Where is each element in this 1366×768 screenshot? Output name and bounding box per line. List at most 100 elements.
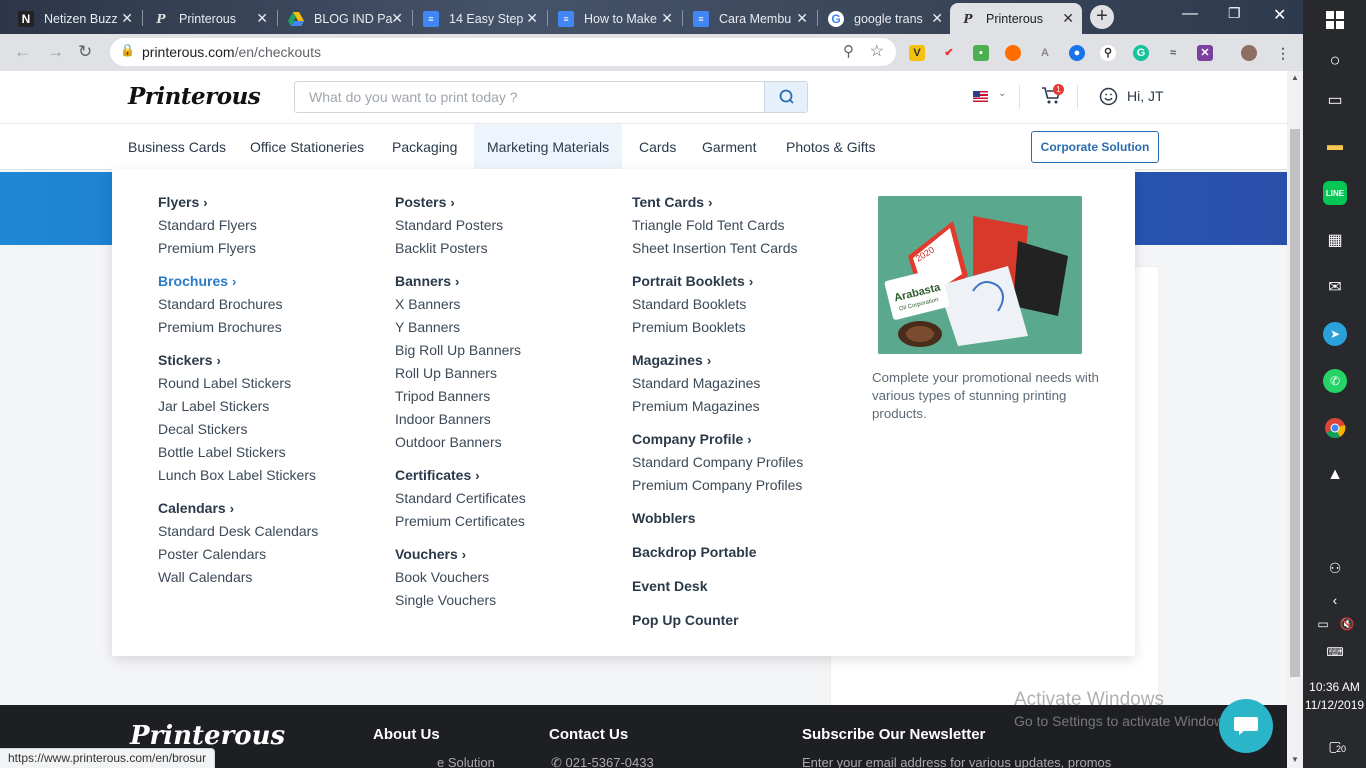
menu-link-backdrop-portable[interactable]: Backdrop Portable [632, 541, 803, 564]
us-flag-icon[interactable] [973, 91, 988, 102]
browser-tab[interactable]: BLOG IND Pa ✕ [278, 3, 411, 34]
promo-image[interactable]: 2020 Arabasta Oil Corporation [878, 196, 1082, 354]
menu-group-calendars[interactable]: Calendars › [158, 497, 318, 520]
chevron-left-icon[interactable]: ‹ [1323, 588, 1347, 612]
menu-group-company-profile[interactable]: Company Profile › [632, 428, 803, 451]
volume-mute-icon[interactable]: 🔇 [1335, 612, 1359, 636]
menu-item[interactable]: Outdoor Banners [395, 431, 526, 454]
photos-icon[interactable]: ▲ [1323, 463, 1347, 487]
chat-button[interactable] [1219, 699, 1273, 753]
menu-item[interactable]: Backlit Posters [395, 237, 526, 260]
close-icon[interactable]: ✕ [391, 10, 403, 27]
menu-item[interactable]: Roll Up Banners [395, 362, 526, 385]
menu-item[interactable]: Jar Label Stickers [158, 395, 318, 418]
restore-icon[interactable]: ❐ [1228, 5, 1241, 22]
menu-link-pop-up-counter[interactable]: Pop Up Counter [632, 609, 803, 632]
battery-icon[interactable]: ▭ [1311, 612, 1335, 636]
notification-center-icon[interactable]: ▢ 20 [1323, 734, 1347, 758]
menu-group-tent-cards[interactable]: Tent Cards › [632, 191, 803, 214]
line-app-icon[interactable]: LINE [1323, 181, 1347, 205]
nav-photos-gifts[interactable]: Photos & Gifts [773, 124, 888, 170]
menu-item[interactable]: Y Banners [395, 316, 526, 339]
minimize-icon[interactable]: — [1182, 5, 1198, 23]
corporate-solution-button[interactable]: Corporate Solution [1031, 131, 1159, 163]
extension-circle-icon[interactable] [1005, 45, 1021, 61]
menu-item[interactable]: Standard Certificates [395, 487, 526, 510]
extension-x-icon[interactable]: ✕ [1197, 45, 1213, 61]
search-input[interactable] [295, 82, 765, 112]
nav-office-stationeries[interactable]: Office Stationeries [237, 124, 377, 170]
browser-tab-active[interactable]: P Printerous ✕ [950, 3, 1082, 34]
browser-tab[interactable]: ≡ 14 Easy Step ✕ [413, 3, 546, 34]
menu-group-flyers[interactable]: Flyers › [158, 191, 318, 214]
extension-a-icon[interactable]: A [1037, 45, 1053, 61]
close-icon[interactable]: ✕ [256, 10, 268, 27]
back-icon[interactable]: ← [14, 42, 31, 62]
cortana-icon[interactable]: ○ [1323, 48, 1347, 72]
user-greeting[interactable]: Hi, JT [1127, 88, 1164, 104]
user-avatar-icon[interactable] [1099, 87, 1118, 111]
nav-packaging[interactable]: Packaging [379, 124, 470, 170]
close-icon[interactable]: ✕ [1062, 10, 1074, 27]
menu-item[interactable]: Standard Desk Calendars [158, 520, 318, 543]
browser-tab[interactable]: N Netizen Buzz ✕ [8, 3, 141, 34]
menu-item[interactable]: Triangle Fold Tent Cards [632, 214, 803, 237]
menu-dots-icon[interactable]: ⋮ [1275, 45, 1291, 61]
menu-item[interactable]: Standard Brochures [158, 293, 318, 316]
menu-group-posters[interactable]: Posters › [395, 191, 526, 214]
menu-item[interactable]: Premium Magazines [632, 395, 803, 418]
menu-group-certificates[interactable]: Certificates › [395, 464, 526, 487]
menu-item[interactable]: Poster Calendars [158, 543, 318, 566]
browser-tab[interactable]: ≡ Cara Membu ✕ [683, 3, 816, 34]
grammarly-icon[interactable]: G [1133, 45, 1149, 61]
page-scrollbar[interactable]: ▲ ▼ [1287, 71, 1303, 768]
extension-v-icon[interactable]: V [909, 45, 925, 61]
extension-badge-icon[interactable]: ● [1069, 45, 1085, 61]
chevron-down-icon[interactable]: ⌄ [998, 88, 1006, 99]
menu-item[interactable]: Premium Certificates [395, 510, 526, 533]
new-tab-button[interactable]: + [1090, 5, 1114, 29]
menu-group-stickers[interactable]: Stickers › [158, 349, 318, 372]
nav-marketing-materials[interactable]: Marketing Materials [474, 124, 623, 170]
site-logo[interactable]: Printerous [128, 83, 261, 110]
menu-link-event-desk[interactable]: Event Desk [632, 575, 803, 598]
browser-tab[interactable]: ≡ How to Make ✕ [548, 3, 681, 34]
menu-group-portrait-booklets[interactable]: Portrait Booklets › [632, 270, 803, 293]
menu-item[interactable]: Single Vouchers [395, 589, 526, 612]
menu-item[interactable]: Standard Flyers [158, 214, 318, 237]
extension-wave-icon[interactable]: ≈ [1165, 45, 1181, 61]
system-clock[interactable]: 10:36 AM 11/12/2019 [1303, 678, 1366, 714]
menu-item[interactable]: Standard Posters [395, 214, 526, 237]
menu-item[interactable]: Premium Company Profiles [632, 474, 803, 497]
browser-tab[interactable]: G google trans ✕ [818, 3, 951, 34]
store-icon[interactable]: ▦ [1323, 228, 1347, 252]
bookmark-star-icon[interactable]: ☆ [870, 41, 884, 61]
menu-item[interactable]: Sheet Insertion Tent Cards [632, 237, 803, 260]
menu-group-banners[interactable]: Banners › [395, 270, 526, 293]
menu-item[interactable]: Standard Magazines [632, 372, 803, 395]
menu-item[interactable]: Premium Flyers [158, 237, 318, 260]
close-icon[interactable]: ✕ [931, 10, 943, 27]
menu-group-brochures[interactable]: Brochures › [158, 270, 318, 293]
search-button[interactable] [764, 82, 807, 112]
browser-tab[interactable]: P Printerous ✕ [143, 3, 276, 34]
whatsapp-icon[interactable]: ✆ [1323, 369, 1347, 393]
menu-item[interactable]: Big Roll Up Banners [395, 339, 526, 362]
extension-check-icon[interactable]: ✔ [941, 45, 957, 61]
menu-item[interactable]: Indoor Banners [395, 408, 526, 431]
close-window-icon[interactable]: ✕ [1273, 5, 1286, 25]
keyboard-icon[interactable]: ⌨ [1323, 640, 1347, 664]
nav-business-cards[interactable]: Business Cards [115, 124, 239, 170]
close-icon[interactable]: ✕ [796, 10, 808, 27]
nav-cards[interactable]: Cards [626, 124, 689, 170]
close-icon[interactable]: ✕ [121, 10, 133, 27]
menu-item[interactable]: Premium Booklets [632, 316, 803, 339]
reload-icon[interactable]: ↻ [78, 42, 92, 62]
menu-item[interactable]: Standard Company Profiles [632, 451, 803, 474]
menu-item[interactable]: Round Label Stickers [158, 372, 318, 395]
menu-item[interactable]: Bottle Label Stickers [158, 441, 318, 464]
telegram-icon[interactable]: ➤ [1323, 322, 1347, 346]
extension-square-icon[interactable]: ▪ [973, 45, 989, 61]
windows-start-icon[interactable] [1323, 8, 1347, 32]
menu-item[interactable]: Standard Booklets [632, 293, 803, 316]
